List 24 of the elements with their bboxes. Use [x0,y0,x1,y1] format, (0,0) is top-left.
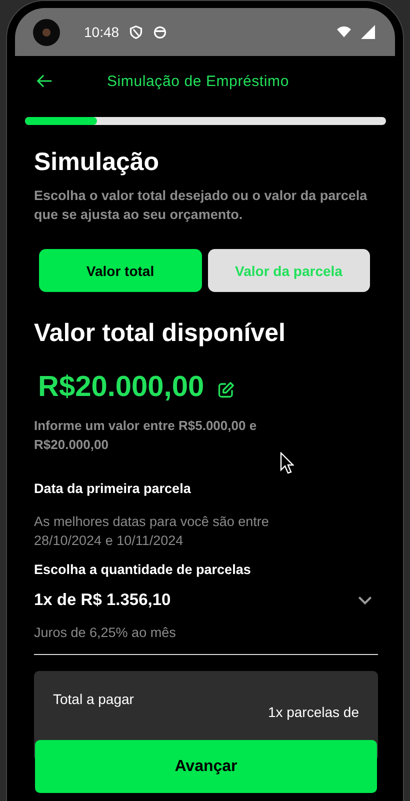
section-title: Simulação [34,148,160,177]
status-time: 10:48 [84,24,120,40]
field-label: Data da primeira parcela [34,481,192,496]
cursor-icon [280,452,294,474]
next-button[interactable]: Avançar [35,740,377,793]
back-arrow-icon[interactable] [36,74,52,88]
description-text: Escolha o valor total desejado ou o valor da parcela que se ajusta ao seu orçamento. [34,187,368,224]
field-label: Escolha a quantidade de parcelas [34,562,252,577]
amount-value: R$20.000,00 [38,371,204,404]
installments-dropdown[interactable]: 1x de R$ 1.356,10 [34,591,378,610]
signal-icon [361,25,375,39]
summary-label: Total a pagar [53,691,134,707]
pencil-icon[interactable] [217,380,236,398]
section-title: Valor total disponível [34,319,286,348]
camera-icon [33,18,60,46]
summary-label: 1x parcelas de [268,704,359,720]
shield-icon [129,25,144,39]
note-text: As melhores datas para você são entre 28/10/2024 e 10/11/2024 [34,513,270,550]
interest-text: Juros de 6,25% ao mês [34,624,177,642]
screen-title: Simulação de Empréstimo [107,72,289,90]
chevron-down-icon [358,596,372,605]
wifi-icon [337,25,351,39]
mode-tab[interactable]: Valor total [39,249,202,292]
hint-text: Informe um valor entre R$5.000,00 e R$20.000,00 [34,417,258,454]
